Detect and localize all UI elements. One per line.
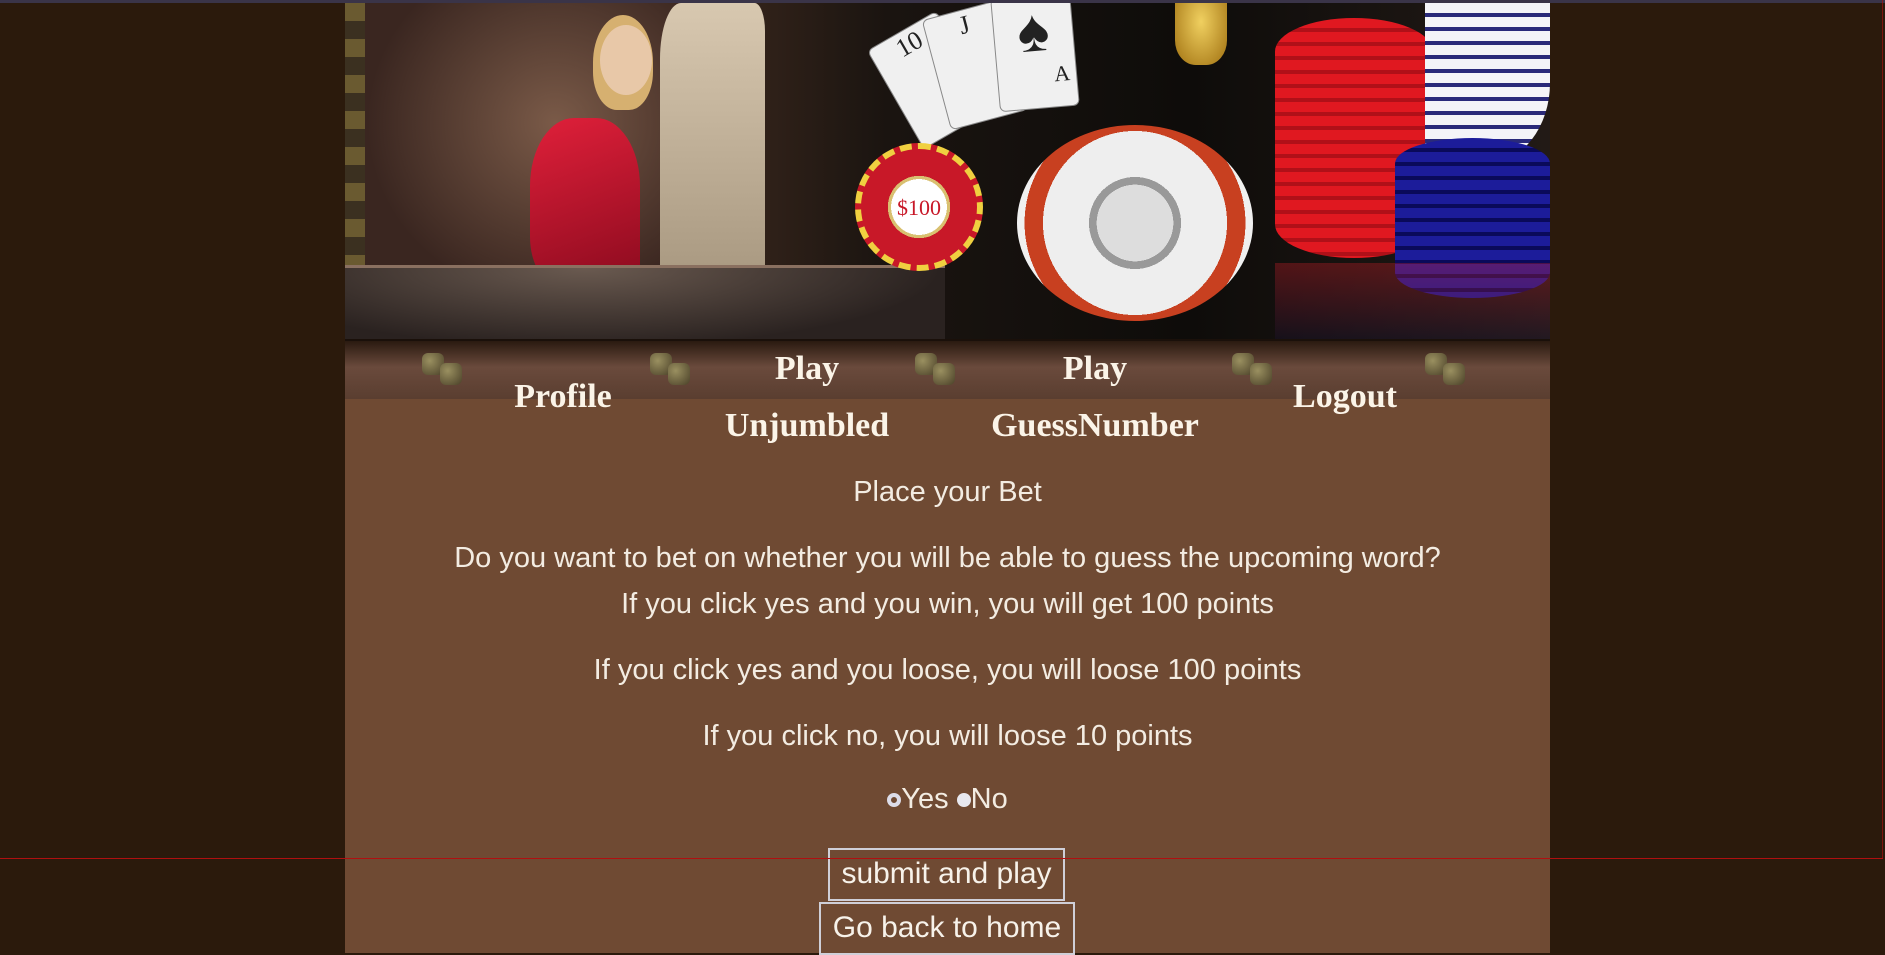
bet-heading: Place your Bet — [853, 476, 1042, 508]
card-ace-spades: ♠ A — [990, 3, 1080, 113]
radio-yes[interactable] — [887, 793, 902, 808]
casino-banner-image: 10 J ♠ A $100 — [345, 3, 1550, 339]
banner-man-figure — [660, 3, 765, 283]
banner-trophy — [1175, 3, 1227, 65]
radio-yes-label[interactable]: Yes — [901, 783, 948, 815]
nav-logout[interactable]: Logout — [1245, 368, 1445, 425]
page-panel: 10 J ♠ A $100 Profile Play Unjumbled Play… — [345, 3, 1550, 955]
nav-play-guessnumber[interactable]: Play GuessNumber — [965, 340, 1225, 454]
radio-no-label[interactable]: No — [971, 783, 1008, 815]
bet-radio-group: Yes No — [345, 783, 1550, 816]
banner-roulette-wheel — [1017, 125, 1253, 321]
banner-playing-cards: 10 J ♠ A — [866, 3, 1115, 150]
go-back-home-button[interactable]: Go back to home — [819, 902, 1075, 955]
radio-no[interactable] — [956, 793, 971, 808]
nav-profile[interactable]: Profile — [463, 368, 663, 425]
dice-icon — [915, 353, 959, 387]
nav-play-unjumbled-line1: Play — [774, 350, 840, 387]
nav-logout-label: Logout — [1293, 378, 1397, 415]
nav-play-guessnumber-line1: Play — [1062, 350, 1128, 387]
rule-lose: If you click yes and you loose, you will… — [593, 654, 1302, 686]
banner-red-dress — [530, 118, 640, 288]
banner-woman-face — [600, 25, 652, 95]
nav-profile-label: Profile — [514, 378, 612, 415]
bet-question: Do you want to bet on whether you will b… — [454, 542, 1441, 574]
submit-and-play-button[interactable]: submit and play — [828, 848, 1065, 901]
banner-100-chip: $100 — [855, 143, 983, 271]
banner-casino-table — [345, 265, 945, 339]
rule-win: If you click yes and you win, you will g… — [621, 588, 1274, 620]
nav-play-unjumbled[interactable]: Play Unjumbled — [707, 340, 907, 454]
viewport-edge — [1882, 0, 1883, 859]
rule-no: If you click no, you will loose 10 point… — [702, 720, 1193, 752]
viewport-divider — [0, 858, 1883, 859]
banner-chip-reflection — [1275, 263, 1550, 339]
nav-play-guessnumber-line2: GuessNumber — [991, 407, 1199, 444]
nav-play-unjumbled-line2: Unjumbled — [724, 407, 890, 444]
dice-icon — [422, 353, 466, 387]
